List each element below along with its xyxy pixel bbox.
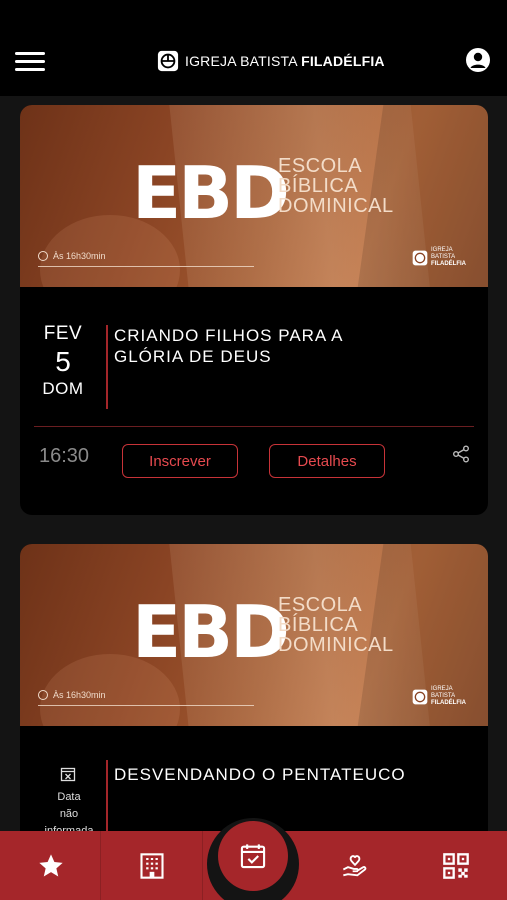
event-banner: EBD ESCOLA BÍBLICA DOMINICAL Às 16h30min… xyxy=(20,544,488,726)
details-button[interactable]: Detalhes xyxy=(269,444,385,478)
banner-title: EBD xyxy=(132,590,290,674)
star-icon xyxy=(39,853,63,876)
event-title[interactable]: CRIANDO FILHOS PARA A GLÓRIA DE DEUS xyxy=(114,325,454,367)
heart-hand-icon xyxy=(342,854,367,876)
nav-donations[interactable] xyxy=(304,831,405,900)
calendar-x-icon xyxy=(60,767,76,782)
logo-text: IGREJA BATISTA FILADÉLFIA xyxy=(185,53,385,69)
app-logo: IGREJA BATISTA FILADÉLFIA xyxy=(157,48,385,74)
share-icon[interactable] xyxy=(452,445,470,463)
banner-time: Às 16h30min xyxy=(38,690,106,700)
event-time: 16:30 xyxy=(39,445,90,467)
register-button[interactable]: Inscrever xyxy=(122,444,238,478)
banner-time: Às 16h30min xyxy=(38,251,106,261)
banner-subtitle: ESCOLA BÍBLICA DOMINICAL xyxy=(278,155,394,217)
banner-logo: IGREJA BATISTA FILADÉLFIA xyxy=(412,247,466,268)
calendar-check-icon xyxy=(240,844,266,869)
event-month: FEV xyxy=(43,323,83,344)
building-icon xyxy=(140,852,164,879)
user-profile-icon[interactable] xyxy=(465,47,491,73)
event-weekday: DOM xyxy=(42,379,84,398)
nav-church[interactable] xyxy=(101,831,203,900)
clock-icon xyxy=(38,251,48,261)
event-card[interactable]: EBD ESCOLA BÍBLICA DOMINICAL Às 16h30min… xyxy=(20,105,488,515)
clock-icon xyxy=(38,690,48,700)
card-divider xyxy=(34,426,474,427)
event-day: 5 xyxy=(55,346,71,377)
event-title[interactable]: DESVENDANDO O PENTATEUCO xyxy=(114,764,454,785)
date-divider xyxy=(106,325,108,409)
banner-logo: IGREJA BATISTA FILADÉLFIA xyxy=(412,686,466,707)
banner-subtitle: ESCOLA BÍBLICA DOMINICAL xyxy=(278,594,394,656)
hamburger-menu-icon[interactable] xyxy=(15,52,47,72)
church-logo-icon xyxy=(157,50,179,72)
nav-favorites[interactable] xyxy=(0,831,102,900)
app-screen: IGREJA BATISTA FILADÉLFIA EBD ESCOLA BÍB… xyxy=(0,0,507,900)
event-banner: EBD ESCOLA BÍBLICA DOMINICAL Às 16h30min… xyxy=(20,105,488,287)
event-date: FEV 5 DOM xyxy=(20,323,106,399)
church-logo-icon xyxy=(412,250,428,265)
nav-events[interactable] xyxy=(218,821,288,891)
qr-code-icon xyxy=(443,852,470,879)
nav-qr-code[interactable] xyxy=(406,831,507,900)
banner-title: EBD xyxy=(132,151,290,235)
event-card[interactable]: EBD ESCOLA BÍBLICA DOMINICAL Às 16h30min… xyxy=(20,544,488,854)
top-header: IGREJA BATISTA FILADÉLFIA xyxy=(0,0,507,96)
church-logo-icon xyxy=(412,689,428,704)
